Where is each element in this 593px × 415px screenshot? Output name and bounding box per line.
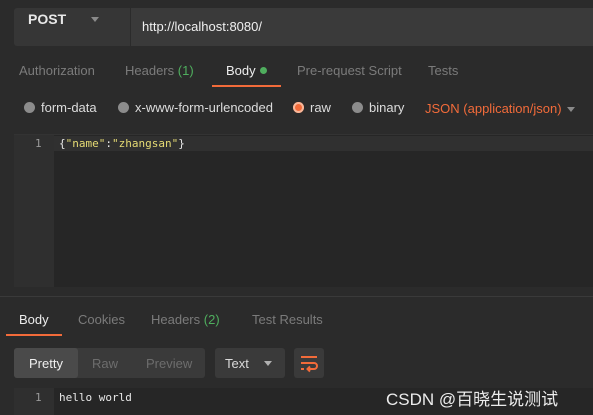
response-tab-body[interactable]: Body [19,312,49,327]
json-colon: : [105,137,112,150]
panel-divider[interactable] [0,296,593,297]
tab-prerequest-script[interactable]: Pre-request Script [297,63,402,78]
line-number-gutter: 1 [14,135,54,287]
radio-urlencoded-label: x-www-form-urlencoded [135,100,273,115]
content-type-select[interactable]: JSON (application/json) [425,101,562,116]
method-label: POST [28,11,67,27]
json-key: "name" [65,137,106,150]
radio-raw-label: raw [310,100,331,115]
line-number: 1 [35,391,42,404]
active-response-tab-underline [6,334,62,336]
radio-raw[interactable]: raw [293,100,331,115]
radio-urlencoded[interactable]: x-www-form-urlencoded [118,100,273,115]
body-indicator-dot [259,67,267,74]
radio-binary-label: binary [369,100,405,115]
radio-form-data-label: form-data [41,100,97,115]
response-tab-headers[interactable]: Headers (2) [151,312,220,327]
radio-form-data[interactable]: form-data [24,100,97,115]
line-number-gutter: 1 [14,388,54,415]
url-input[interactable]: http://localhost:8080/ [131,8,593,46]
format-select-label: Text [225,356,249,371]
json-value: "zhangsan" [112,137,179,150]
chevron-down-icon[interactable] [91,17,99,22]
tab-body-label: Body [226,63,256,78]
response-tab-cookies[interactable]: Cookies [78,312,125,327]
wrap-lines-button[interactable] [294,348,324,378]
tab-tests[interactable]: Tests [428,63,458,78]
watermark-text: CSDN @百晓生说测试 [386,390,559,409]
request-bar: POST http://localhost:8080/ [0,0,593,56]
json-open-brace: { [59,137,66,150]
radio-binary[interactable]: binary [352,100,404,115]
code-line: {"name":"zhangsan"} [59,137,185,150]
url-text: http://localhost:8080/ [142,19,262,34]
wrap-lines-icon [301,356,318,373]
radio-icon [24,102,35,113]
view-raw-button[interactable]: Raw [92,356,118,371]
tab-authorization[interactable]: Authorization [19,63,95,78]
view-pretty-button[interactable]: Pretty [29,356,63,371]
radio-selected-icon [293,102,304,113]
radio-icon [118,102,129,113]
response-tab-headers-label: Headers [151,312,201,327]
line-number: 1 [35,137,42,150]
request-body-editor[interactable]: 1 {"name":"zhangsan"} [14,134,593,287]
chevron-down-icon[interactable] [567,107,575,112]
json-close-brace: } [178,137,185,150]
tab-headers-label: Headers [125,63,175,78]
headers-count-badge: (1) [177,63,194,78]
response-tab-test-results[interactable]: Test Results [252,312,323,327]
format-select[interactable]: Text [215,348,285,378]
tab-body[interactable]: Body [226,63,267,78]
active-tab-underline [212,85,281,87]
view-preview-button[interactable]: Preview [146,356,192,371]
response-headers-count-badge: (2) [203,312,220,327]
chevron-down-icon [264,361,272,366]
tab-headers[interactable]: Headers (1) [125,63,194,78]
radio-icon [352,102,363,113]
view-mode-segmented: Pretty Raw Preview [14,348,205,378]
response-content: hello world [59,391,132,404]
